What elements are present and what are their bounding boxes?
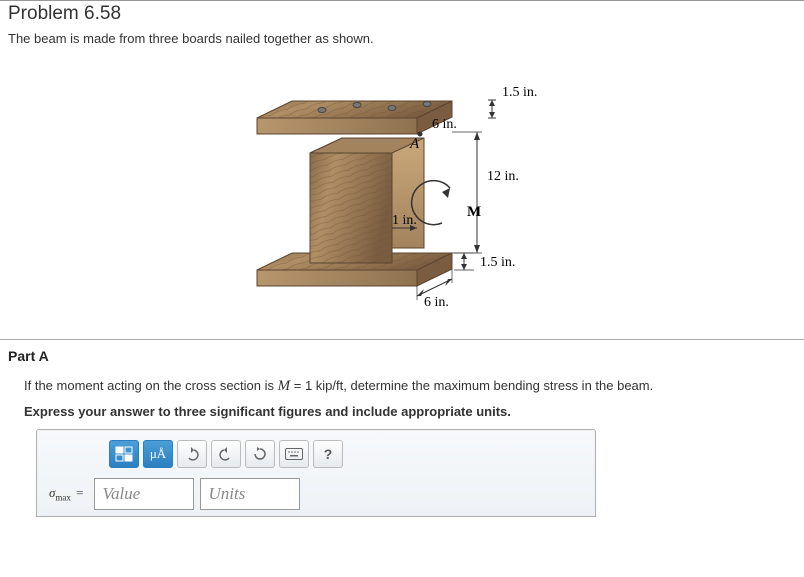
- redo-button[interactable]: [211, 440, 241, 468]
- qtext-before: If the moment acting on the cross sectio…: [24, 378, 278, 393]
- answer-toolbar: μÅ ?: [47, 440, 585, 468]
- qtext-after: , determine the maximum bending stress i…: [343, 378, 653, 393]
- units-input[interactable]: Units: [200, 478, 300, 510]
- redo-icon: [218, 447, 234, 461]
- problem-description: The beam is made from three boards naile…: [0, 31, 804, 52]
- moment-var: M: [278, 378, 291, 394]
- dim-top-thickness: 1.5 in.: [502, 85, 537, 100]
- dim-web-height: 12 in.: [487, 169, 519, 184]
- keyboard-button[interactable]: [279, 440, 309, 468]
- equals-sign: =: [74, 485, 83, 500]
- point-a-label: A: [409, 136, 420, 152]
- part-a-heading: Part A: [0, 340, 804, 370]
- moment-label: M: [467, 204, 481, 220]
- templates-button[interactable]: [109, 440, 139, 468]
- part-a-instruction: Express your answer to three significant…: [0, 404, 804, 429]
- help-button[interactable]: ?: [313, 440, 343, 468]
- dim-bottom-width: 6 in.: [424, 295, 449, 310]
- dim-web-thickness: 1 in.: [392, 213, 417, 228]
- part-a-text: If the moment acting on the cross sectio…: [0, 370, 804, 404]
- keyboard-icon: [285, 448, 303, 460]
- sigma-subscript: max: [55, 493, 71, 503]
- reset-button[interactable]: [245, 440, 275, 468]
- undo-icon: [184, 447, 200, 461]
- answer-box: μÅ ? σmax = Value Units: [36, 429, 596, 517]
- dim-bottom-thickness: 1.5 in.: [480, 255, 515, 270]
- problem-title: Problem 6.58: [0, 1, 804, 31]
- beam-figure: 6 in. A 1.5 in. 12 in. M 1 in. 1.5 in. 6…: [0, 52, 804, 331]
- value-input[interactable]: Value: [94, 478, 194, 510]
- reset-icon: [252, 446, 268, 462]
- sigma-max-label: σmax =: [47, 485, 88, 503]
- undo-button[interactable]: [177, 440, 207, 468]
- units-button[interactable]: μÅ: [143, 440, 173, 468]
- qtext-eq: = 1 kip/ft: [290, 378, 343, 393]
- dim-top-width: 6 in.: [432, 117, 457, 132]
